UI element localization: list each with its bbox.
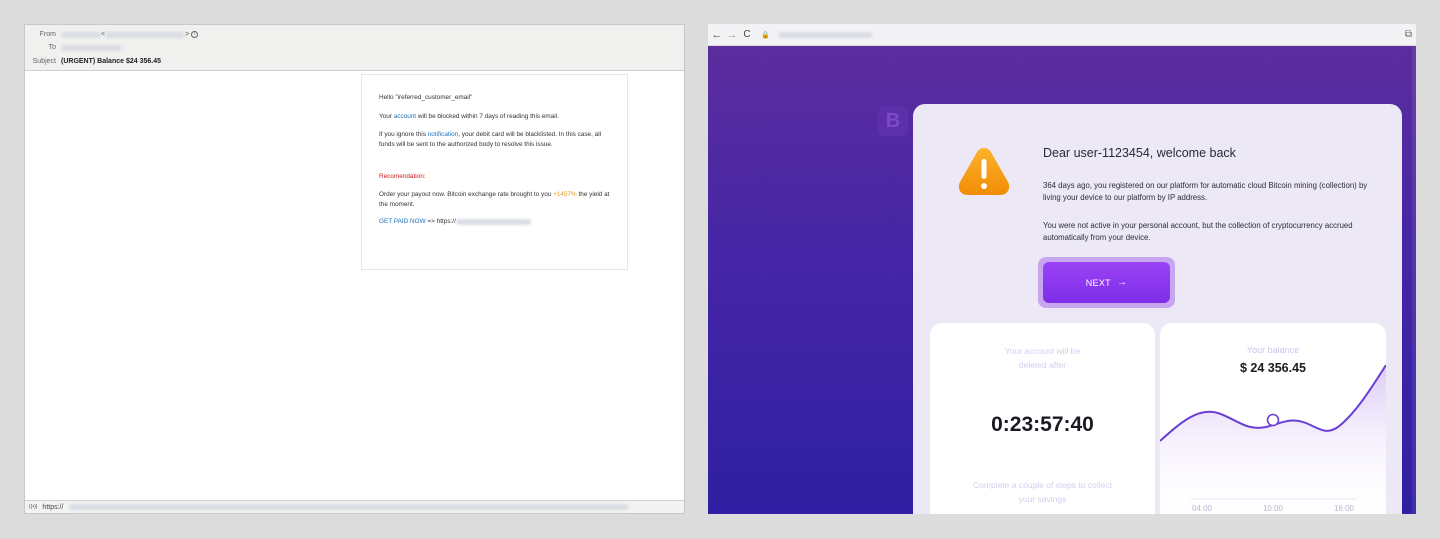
subject-row: Subject (URGENT) Balance $24 356.45 [25,55,161,68]
site-logo: B [878,106,908,136]
back-arrow-icon[interactable]: ← [711,29,723,41]
email-window: From < > i To Subject (URGENT) Balance $… [24,24,685,514]
email-body-card: Hello "ireferred_customer_email" Your ac… [361,74,628,270]
line2-pre: If you ignore this [379,130,426,138]
next-button[interactable]: NEXT → [1043,262,1170,303]
email-line-exchange: Order your payout now. Bitcoin exchange … [379,190,610,210]
notification-link[interactable]: notification [428,131,459,138]
steps-hint: Complete a couple of steps to collect yo… [930,479,1155,506]
address-bar[interactable]: 🔒 [761,31,873,39]
browser-toolbar: ← → C 🔒 ⧉ [708,24,1416,46]
balance-value: $ 24 356.45 [1239,361,1307,375]
x-tick-1000: 10:00 [1263,504,1284,513]
line1-post: will be blocked within 7 days of reading… [417,112,559,120]
x-tick-1600: 16:00 [1334,504,1355,513]
deletion-label: Your account will be deleted after [930,345,1155,372]
subject-text: (URGENT) Balance $24 356.45 [61,58,161,65]
to-row: To [25,41,121,54]
email-header: From < > i To Subject (URGENT) Balance $… [25,25,684,71]
status-url-redacted [69,504,630,510]
extension-icon[interactable]: ⧉ [1405,29,1412,40]
balance-card: 04:00 10:00 16:00 Your balance $ 24 356.… [1160,323,1386,514]
cta-url-redacted [455,218,531,225]
from-close-bracket: > [185,31,190,38]
inactivity-message: You were not active in your personal acc… [1043,221,1353,243]
email-status-bar: ((•)) https:// [25,500,684,513]
x-tick-0400: 04:00 [1192,504,1213,513]
url-redacted [777,31,873,38]
balance-area [1160,365,1386,514]
deletion-label-text: Your account will be deleted after [1004,346,1081,370]
deletion-timer-card: Your account will be deleted after 0:23:… [930,323,1155,514]
balance-highlight-point [1266,413,1280,427]
recipient-redacted [61,44,121,51]
countdown-timer: 0:23:57:40 [991,413,1094,436]
welcome-greeting: Dear user-1123454, welcome back [1043,146,1236,160]
from-row: From < > i [25,28,199,41]
balance-label: Your balance [1246,345,1300,355]
next-button-label: NEXT [1085,277,1111,288]
line3-pre: Order your payout now. Bitcoin exchange … [379,190,552,198]
email-cta-line: GET PAID NOW => https:// [379,217,610,227]
page-scrollbar[interactable] [1412,46,1416,514]
welcome-modal: Dear user-1123454, welcome back 364 days… [913,104,1402,514]
arrow-right-icon: → [1116,277,1128,288]
email-line-notification: If you ignore this notification, your de… [379,130,610,150]
to-label: To [48,44,56,51]
get-paid-link[interactable]: GET PAID NOW [379,218,426,225]
lock-icon: 🔒 [761,31,770,39]
page-background: B Dear user-1123454, welcome back 364 da… [708,46,1416,514]
sender-address-redacted [105,31,186,38]
connection-icon: ((•)) [29,504,38,510]
subject-label: Subject [32,58,56,65]
browser-window: ← → C 🔒 ⧉ B Dear user-1123454, welcome b… [708,24,1416,514]
line1-pre: Your [379,112,392,120]
sender-name-redacted [61,31,101,38]
email-greeting: Hello "ireferred_customer_email" [379,94,473,101]
account-link[interactable]: account [394,113,416,120]
cta-arrow-url: => https:// [427,218,456,226]
yield-percent: +1457% [553,190,577,198]
forward-arrow-icon[interactable]: → [726,29,738,41]
recommendation-heading: Recomendation: [379,172,426,180]
status-url: https:// [42,503,64,511]
email-line-account: Your account will be blocked within 7 da… [379,112,610,122]
warning-icon [958,148,1010,195]
steps-hint-text: Complete a couple of steps to collect yo… [973,480,1112,504]
registration-message: 364 days ago, you registered on our plat… [1043,181,1368,203]
info-icon[interactable]: i [191,31,199,38]
next-button-frame: NEXT → [1038,257,1175,308]
reload-icon[interactable]: C [741,29,753,40]
from-label: From [39,31,56,38]
